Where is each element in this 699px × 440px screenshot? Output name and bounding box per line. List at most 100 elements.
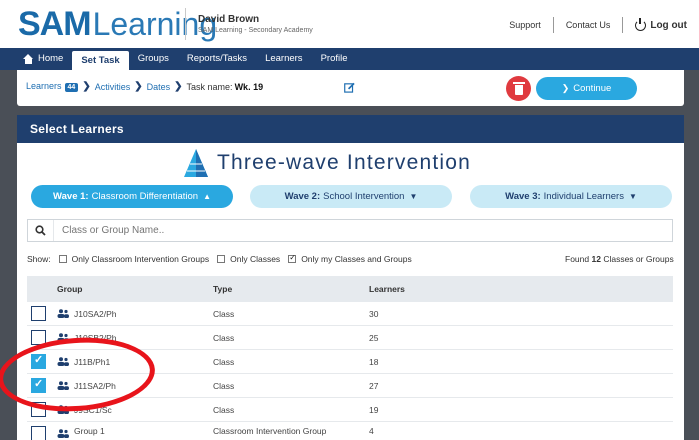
top-bar: SAM Learning David Brown SAM Learning - … xyxy=(0,0,699,48)
continue-button[interactable]: ❯ Continue xyxy=(536,77,637,100)
home-icon xyxy=(23,54,34,64)
search-button[interactable] xyxy=(28,220,54,241)
nav-groups[interactable]: Groups xyxy=(129,48,178,70)
pyramid-icon xyxy=(184,149,208,177)
filter-classes[interactable]: Only Classes xyxy=(217,254,280,264)
table-row[interactable]: J9SC1/Sc Class 19 xyxy=(27,398,673,422)
filter-options: Show: Only Classroom Intervention Groups… xyxy=(27,253,412,264)
filter-classes-label: Only Classes xyxy=(230,254,281,264)
table-header: Group Type Learners xyxy=(27,276,673,302)
chevron-right-icon: ❯ xyxy=(561,83,570,93)
wave-2-tab[interactable]: Wave 2: School Intervention ▼ xyxy=(250,185,452,208)
user-info: David Brown SAM Learning - Secondary Aca… xyxy=(198,14,313,36)
column-header-group[interactable]: Group xyxy=(57,284,83,294)
user-school: SAM Learning - Secondary Academy xyxy=(198,27,313,34)
crumb-activities[interactable]: Activities xyxy=(95,82,131,92)
found-prefix: Found xyxy=(565,254,590,264)
chevron-up-icon: ▲ xyxy=(203,192,211,201)
row-type: Class xyxy=(213,404,235,415)
row-group-name: J10SA2/Ph xyxy=(74,308,117,319)
filter-intervention-groups[interactable]: Only Classroom Intervention Groups xyxy=(58,254,210,264)
row-type: Class xyxy=(213,332,235,343)
task-name-label: Task name: xyxy=(186,81,233,92)
nav-reports-tasks-label: Reports/Tasks xyxy=(186,53,248,64)
nav-learners-label: Learners xyxy=(265,53,303,64)
found-count: Found 12 Classes or Groups xyxy=(565,254,674,264)
nav-learners[interactable]: Learners xyxy=(256,48,312,70)
row-checkbox[interactable] xyxy=(31,306,46,321)
learners-count-badge: 44 xyxy=(64,83,79,92)
contact-us-link[interactable]: Contact Us xyxy=(554,18,623,32)
chevron-right-icon: ❯ xyxy=(174,81,183,92)
logout-button[interactable]: Log out xyxy=(623,17,687,31)
column-header-type[interactable]: Type xyxy=(213,284,232,294)
user-name: David Brown xyxy=(198,14,260,25)
filter-classes-checkbox[interactable] xyxy=(217,255,226,263)
nav-reports-tasks[interactable]: Reports/Tasks xyxy=(178,48,256,70)
logo-sam-text: SAM xyxy=(18,5,92,43)
show-label: Show: xyxy=(27,254,51,264)
edit-icon[interactable] xyxy=(344,82,355,93)
breadcrumb: Learners 44 ❯ Activities ❯ Dates ❯ Task n… xyxy=(26,81,263,92)
nav-profile[interactable]: Profile xyxy=(312,48,357,70)
filter-my-classes-checkbox[interactable] xyxy=(288,253,297,263)
search-box xyxy=(27,219,673,242)
delete-button[interactable] xyxy=(506,76,531,101)
nav-groups-label: Groups xyxy=(137,53,169,64)
row-type: Class xyxy=(213,356,235,367)
filter-intervention-groups-checkbox[interactable] xyxy=(58,255,67,263)
column-header-learners[interactable]: Learners xyxy=(369,284,405,294)
task-bar: Learners 44 ❯ Activities ❯ Dates ❯ Task n… xyxy=(17,70,684,106)
wave-1-tab[interactable]: Wave 1: Classroom Differentiation ▲ xyxy=(31,185,233,208)
row-type: Classroom Intervention Group xyxy=(213,426,327,436)
row-learners: 19 xyxy=(369,404,379,415)
continue-label: Continue xyxy=(573,83,612,94)
row-learners: 18 xyxy=(369,356,379,367)
filter-intervention-groups-label: Only Classroom Intervention Groups xyxy=(71,254,210,264)
power-icon xyxy=(635,17,647,31)
crumb-dates[interactable]: Dates xyxy=(147,82,171,92)
row-learners: 30 xyxy=(369,308,379,319)
nav-profile-label: Profile xyxy=(320,53,348,64)
nav-set-task-label: Set Task xyxy=(81,54,120,66)
trash-icon xyxy=(512,81,525,95)
panel-title: Select Learners xyxy=(17,115,684,143)
nav-home[interactable]: Home xyxy=(14,48,72,70)
group-icon xyxy=(57,309,69,318)
found-number: 12 xyxy=(591,254,601,264)
wave-3-tab[interactable]: Wave 3: Individual Learners ▼ xyxy=(470,185,672,208)
crumb-learners[interactable]: Learners 44 xyxy=(26,81,79,92)
task-name-value: Wk. 19 xyxy=(234,81,264,92)
sam-learning-logo[interactable]: SAM Learning xyxy=(18,6,217,42)
table-row[interactable]: J10SA2/Ph Class 30 xyxy=(27,302,673,326)
filter-my-classes[interactable]: Only my Classes and Groups xyxy=(288,253,412,264)
wave-3-prefix: Wave 3: xyxy=(505,191,541,202)
row-type: Class xyxy=(213,308,235,319)
top-links: Support Contact Us Log out xyxy=(497,17,687,33)
support-link[interactable]: Support xyxy=(497,18,553,32)
wave-1-prefix: Wave 1: xyxy=(53,191,89,202)
chevron-down-icon: ▼ xyxy=(628,192,637,201)
search-icon xyxy=(35,225,46,236)
wave-3-label: Individual Learners xyxy=(543,191,624,202)
nav-home-label: Home xyxy=(38,53,64,64)
wave-1-label: Classroom Differentiation xyxy=(91,191,199,202)
wave-2-label: School Intervention xyxy=(323,191,405,202)
logo-divider xyxy=(185,8,186,40)
chevron-right-icon: ❯ xyxy=(134,81,143,92)
row-group-name: Group 1 xyxy=(74,426,105,436)
intervention-heading: Three-wave Intervention xyxy=(183,148,471,178)
found-suffix: Classes or Groups xyxy=(603,254,674,264)
row-learners: 25 xyxy=(369,332,379,343)
row-type: Class xyxy=(213,380,235,391)
table-row[interactable]: Group 1 Classroom Intervention Group 4 xyxy=(27,422,673,440)
filter-my-classes-label: Only my Classes and Groups xyxy=(301,254,412,264)
group-search-input[interactable] xyxy=(54,220,654,241)
nav-set-task[interactable]: Set Task xyxy=(72,51,129,70)
logout-label: Log out xyxy=(650,19,687,31)
row-learners: 4 xyxy=(369,426,374,436)
chevron-down-icon: ▼ xyxy=(409,192,418,201)
row-checkbox[interactable] xyxy=(31,426,46,440)
crumb-learners-label: Learners xyxy=(26,81,62,91)
row-learners: 27 xyxy=(369,380,379,391)
